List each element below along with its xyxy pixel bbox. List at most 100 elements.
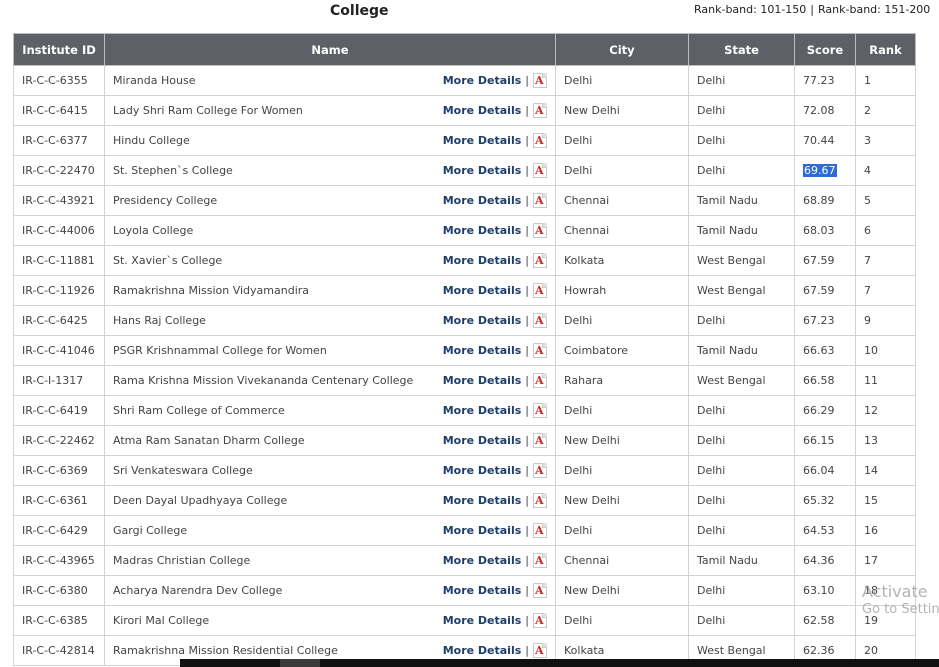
pdf-icon[interactable]: A: [533, 613, 547, 628]
more-details-link[interactable]: More Details: [443, 194, 522, 207]
more-details-link[interactable]: More Details: [443, 224, 522, 237]
score-cell: 67.59: [794, 275, 856, 306]
pdf-icon-glyph: A: [535, 164, 544, 177]
institute-name: Ramakrishna Mission Residential College: [113, 644, 338, 657]
pdf-icon[interactable]: A: [533, 343, 547, 358]
rankings-table: Institute ID Name City State Score Rank …: [13, 33, 916, 666]
name-cell: Hans Raj College More Details | A: [104, 305, 556, 336]
more-details-link[interactable]: More Details: [443, 434, 522, 447]
table-row: IR-C-C-11881 St. Xavier`s College More Det…: [13, 245, 916, 276]
pdf-icon[interactable]: A: [533, 133, 547, 148]
score-cell: 67.59: [794, 245, 856, 276]
rank-cell: 10: [855, 335, 916, 366]
name-cell: Rama Krishna Mission Vivekananda Centena…: [104, 365, 556, 396]
rank-band-links: Rank-band: 101-150 | Rank-band: 151-200: [694, 3, 930, 16]
more-details-link[interactable]: More Details: [443, 74, 522, 87]
more-details-link[interactable]: More Details: [443, 314, 522, 327]
more-details-link[interactable]: More Details: [443, 644, 522, 657]
rank-band-link-101-150[interactable]: Rank-band: 101-150: [694, 3, 806, 16]
score-text: 67.23: [803, 314, 835, 327]
more-details-link[interactable]: More Details: [443, 464, 522, 477]
more-details-link[interactable]: More Details: [443, 164, 522, 177]
pdf-icon[interactable]: A: [533, 253, 547, 268]
more-details-group: More Details | A: [443, 433, 547, 448]
pdf-icon[interactable]: A: [533, 223, 547, 238]
column-header-state[interactable]: State: [688, 33, 795, 66]
score-text: 65.32: [803, 494, 835, 507]
more-details-group: More Details | A: [443, 73, 547, 88]
activate-windows-watermark: Activate Go to Settin: [862, 583, 939, 619]
column-header-city[interactable]: City: [555, 33, 689, 66]
pdf-icon-glyph: A: [535, 314, 544, 327]
pdf-icon[interactable]: A: [533, 553, 547, 568]
name-cell: Shri Ram College of Commerce More Details…: [104, 395, 556, 426]
more-details-group: More Details | A: [443, 523, 547, 538]
rank-cell: 7: [855, 245, 916, 276]
city-cell: Delhi: [555, 305, 689, 336]
more-details-link[interactable]: More Details: [443, 494, 522, 507]
pdf-icon[interactable]: A: [533, 73, 547, 88]
more-details-link[interactable]: More Details: [443, 554, 522, 567]
column-header-name[interactable]: Name: [104, 33, 556, 66]
institute-id-cell: IR-C-C-6355: [13, 65, 105, 96]
table-row: IR-C-C-43965 Madras Christian College More…: [13, 545, 916, 576]
institute-name: Acharya Narendra Dev College: [113, 584, 283, 597]
pdf-icon[interactable]: A: [533, 433, 547, 448]
column-header-rank[interactable]: Rank: [855, 33, 916, 66]
score-cell: 72.08: [794, 95, 856, 126]
pdf-icon[interactable]: A: [533, 643, 547, 658]
more-details-link[interactable]: More Details: [443, 344, 522, 357]
more-details-link[interactable]: More Details: [443, 134, 522, 147]
pdf-icon[interactable]: A: [533, 373, 547, 388]
institute-id-cell: IR-C-C-44006: [13, 215, 105, 246]
pdf-icon[interactable]: A: [533, 583, 547, 598]
pdf-icon-glyph: A: [535, 344, 544, 357]
city-cell: Chennai: [555, 185, 689, 216]
city-cell: Rahara: [555, 365, 689, 396]
pdf-icon-glyph: A: [535, 494, 544, 507]
pdf-icon[interactable]: A: [533, 523, 547, 538]
institute-id-cell: IR-C-C-6385: [13, 605, 105, 636]
table-row: IR-C-C-6429 Gargi College More Details | A De…: [13, 515, 916, 546]
pdf-icon[interactable]: A: [533, 283, 547, 298]
watermark-line-1: Activate: [862, 582, 928, 601]
taskbar-item[interactable]: [280, 659, 320, 667]
more-details-link[interactable]: More Details: [443, 584, 522, 597]
state-cell: Delhi: [688, 515, 795, 546]
name-cell: Lady Shri Ram College For Women More Deta…: [104, 95, 556, 126]
table-row: IR-C-C-6415 Lady Shri Ram College For Wom…: [13, 95, 916, 126]
pdf-icon[interactable]: A: [533, 493, 547, 508]
more-details-link[interactable]: More Details: [443, 254, 522, 267]
pdf-icon[interactable]: A: [533, 193, 547, 208]
institute-id-cell: IR-C-C-6377: [13, 125, 105, 156]
column-header-institute-id[interactable]: Institute ID: [13, 33, 105, 66]
institute-id-cell: IR-C-C-6419: [13, 395, 105, 426]
pdf-icon[interactable]: A: [533, 403, 547, 418]
state-cell: Delhi: [688, 125, 795, 156]
pdf-icon[interactable]: A: [533, 163, 547, 178]
more-details-link[interactable]: More Details: [443, 524, 522, 537]
more-details-link[interactable]: More Details: [443, 614, 522, 627]
pipe-separator: |: [525, 134, 529, 147]
state-cell: West Bengal: [688, 275, 795, 306]
column-header-score[interactable]: Score: [794, 33, 856, 66]
more-details-link[interactable]: More Details: [443, 284, 522, 297]
more-details-link[interactable]: More Details: [443, 374, 522, 387]
name-cell: Atma Ram Sanatan Dharm College More Detai…: [104, 425, 556, 456]
score-cell: 66.04: [794, 455, 856, 486]
rank-cell: 9: [855, 305, 916, 336]
table-row: IR-C-I-1317 Rama Krishna Mission Vivekana…: [13, 365, 916, 396]
rank-band-link-151-200[interactable]: Rank-band: 151-200: [818, 3, 930, 16]
table-row: IR-C-C-43921 Presidency College More Detai…: [13, 185, 916, 216]
institute-id-cell: IR-C-C-41046: [13, 335, 105, 366]
state-cell: Delhi: [688, 305, 795, 336]
score-cell: 68.89: [794, 185, 856, 216]
institute-name: Gargi College: [113, 524, 188, 537]
more-details-group: More Details | A: [443, 223, 547, 238]
pdf-icon[interactable]: A: [533, 313, 547, 328]
rank-cell: 3: [855, 125, 916, 156]
pdf-icon[interactable]: A: [533, 463, 547, 478]
pdf-icon[interactable]: A: [533, 103, 547, 118]
more-details-link[interactable]: More Details: [443, 104, 522, 117]
more-details-link[interactable]: More Details: [443, 404, 522, 417]
